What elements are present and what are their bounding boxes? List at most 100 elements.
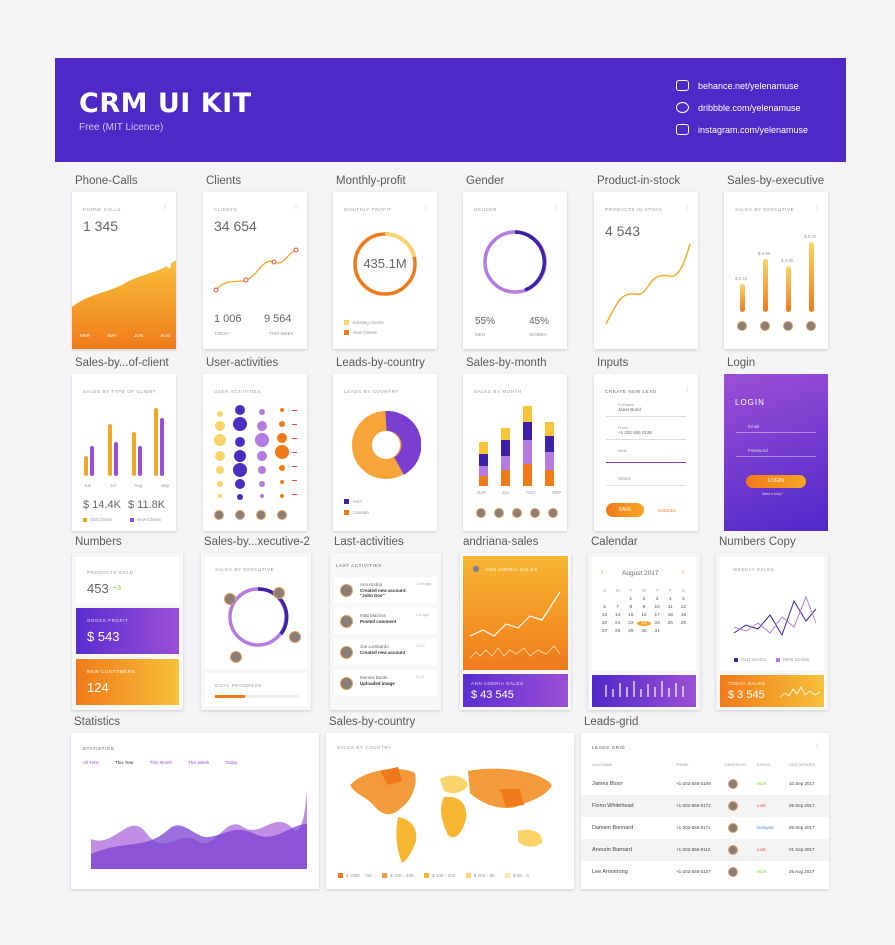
calendar-day[interactable]: 20 (598, 621, 611, 626)
prev-month-icon[interactable]: ‹ (601, 569, 603, 576)
calendar-day[interactable]: 15 (624, 613, 637, 618)
exec-bar (763, 259, 768, 312)
tab-this-year[interactable]: This Year (115, 760, 134, 765)
status-badge: Won (757, 781, 767, 786)
calendar-day[interactable]: 8 (624, 605, 637, 610)
stacked-bars (479, 406, 554, 486)
calendar-day[interactable]: 26 (677, 621, 690, 626)
calendar-day[interactable]: 17 (651, 613, 664, 618)
more-icon[interactable]: ⋮ (423, 204, 429, 211)
calendar-day[interactable]: 9 (637, 605, 650, 610)
calendar-day[interactable]: 22 (624, 621, 637, 626)
calendar-day[interactable]: 12 (677, 605, 690, 610)
calendar-day[interactable]: 13 (598, 613, 611, 618)
phone-field[interactable]: Phone +1 202 555 0136 (606, 426, 686, 440)
calendar-day[interactable]: 10 (651, 605, 664, 610)
more-icon[interactable]: ⋮ (814, 204, 820, 211)
card-title: CLIENTS (214, 207, 238, 212)
table-row[interactable]: Aneurin Barnard +1-202-555-0112 Lost 01 … (581, 839, 829, 861)
calendar-day[interactable]: 19 (677, 613, 690, 618)
more-icon[interactable]: ⋮ (293, 204, 299, 211)
cancel-button[interactable]: CANCEL (658, 508, 676, 513)
calendar-day[interactable]: 31 (651, 629, 664, 634)
behance-link[interactable]: behance.net/yelenamuse (676, 80, 799, 91)
help-link[interactable]: Need a help? (762, 492, 783, 496)
calendar-day[interactable]: 6 (598, 605, 611, 610)
full-name-field[interactable]: Full Name Janet Bond (606, 403, 686, 417)
calendar-day[interactable]: 3 (651, 597, 664, 602)
lead-phone: +1-202-555-0112 (676, 847, 711, 852)
calendar-day[interactable]: 1 (624, 597, 637, 602)
next-month-icon[interactable]: › (682, 569, 684, 576)
grid-header-row: LEAD NAME PHONE CREATED BY STATUS LAST U… (592, 763, 816, 767)
activity-time: 13:12 (416, 644, 425, 648)
legend-new-leads: NEW LEADS (776, 657, 810, 662)
more-icon[interactable]: ⋮ (814, 743, 820, 750)
table-row[interactable]: James Bloor +1-202-555-0109 Won 10 Sep 2… (581, 773, 829, 795)
calendar-day[interactable]: 24 (651, 621, 664, 626)
more-icon[interactable]: ⋮ (553, 204, 559, 211)
calendar-day[interactable]: 18 (664, 613, 677, 618)
email-field[interactable]: Email (606, 449, 686, 463)
status-select[interactable]: Status (606, 476, 686, 486)
kit-title: CRM UI KIT (79, 88, 252, 119)
table-row[interactable]: Lee Armstrong +1-202-555-0137 Won 25 Aug… (581, 861, 829, 883)
calendar-day[interactable]: 4 (664, 597, 677, 602)
andriana-chart-panel: ANN ANDRIA SALES (463, 556, 568, 670)
calendar-day[interactable]: 29 (624, 629, 637, 634)
activity-item[interactable]: Monica Borak Uploaded image 11:21 (334, 670, 437, 696)
table-row[interactable]: Damien Bonnard +1-202-555-0171 Delayed 0… (581, 817, 829, 839)
more-icon[interactable]: ⋮ (162, 204, 168, 211)
more-icon[interactable]: ⋮ (684, 204, 690, 211)
form-title: CREATE NEW LEAD (605, 389, 657, 394)
label-user-activities: User-activities (206, 357, 279, 369)
men-pct: 55% (475, 316, 496, 327)
legend-item: $ 20K - 5K (465, 873, 495, 878)
calendar-day[interactable]: 7 (611, 605, 624, 610)
goal-progress-fill (215, 695, 246, 698)
calendar-day[interactable]: 2 (637, 597, 650, 602)
save-button[interactable]: SAVE (606, 503, 644, 517)
exec-value-4: $ 5.2k (804, 234, 817, 239)
tab-all-time[interactable]: All Time (83, 760, 99, 765)
dribbble-link[interactable]: dribbble.com/yelenamuse (676, 102, 801, 113)
avatar (230, 651, 242, 663)
calendar-day[interactable]: 11 (664, 605, 677, 610)
card-title: SALES BY EXECUTIVE (735, 207, 795, 212)
login-button[interactable]: LOGIN (746, 475, 806, 488)
activity-user: Monica Borak (360, 675, 388, 680)
activity-time: 2 hr ago (416, 613, 429, 617)
calendar-day[interactable]: 21 (611, 621, 624, 626)
avatar (728, 801, 738, 811)
instagram-link[interactable]: instagram.com/yelenamuse (676, 124, 808, 135)
tab-today[interactable]: Today (225, 760, 237, 765)
avatar (530, 508, 540, 518)
tab-this-month[interactable]: This Month (150, 760, 172, 765)
login-email-field[interactable]: Email (736, 424, 816, 433)
status-badge: Lost (757, 803, 766, 808)
calendar-day[interactable]: 27 (598, 629, 611, 634)
calendar-day[interactable]: 5 (677, 597, 690, 602)
activity-item[interactable]: Joe Lombardo Created new account 13:12 (334, 639, 437, 665)
instagram-icon (676, 124, 689, 135)
bar (132, 432, 136, 476)
calendar-day[interactable]: 16 (637, 613, 650, 618)
legend-new: New Clients (130, 517, 161, 522)
login-password-field[interactable]: Password (736, 448, 816, 457)
table-row[interactable]: Fionn Whitehead +1-202-555-0172 Lost 05 … (581, 795, 829, 817)
bar (154, 408, 158, 476)
calendar-day[interactable]: 14 (611, 613, 624, 618)
tab-this-week[interactable]: This Week (188, 760, 209, 765)
calendar-day[interactable]: 23 (637, 621, 651, 626)
sold-delta: +3 (113, 585, 121, 592)
weekday-header: M (615, 589, 620, 594)
calendar-day[interactable]: 25 (664, 621, 677, 626)
more-icon[interactable]: ⋮ (684, 386, 690, 393)
clients-week-value: 9 564 (264, 313, 292, 325)
activity-item[interactable]: Matt Machos Posted comment 2 hr ago (334, 608, 437, 634)
today-sales-panel: TODAY SALES $ 3 545 (720, 675, 824, 707)
calendar-day[interactable]: 28 (611, 629, 624, 634)
sales-exec-2-card: SALES BY EXECUTIVE GOAL PROGRESS (201, 553, 311, 710)
activity-item[interactable]: Ann Andria Created new account: "John Do… (334, 577, 437, 603)
calendar-day[interactable]: 30 (637, 629, 650, 634)
